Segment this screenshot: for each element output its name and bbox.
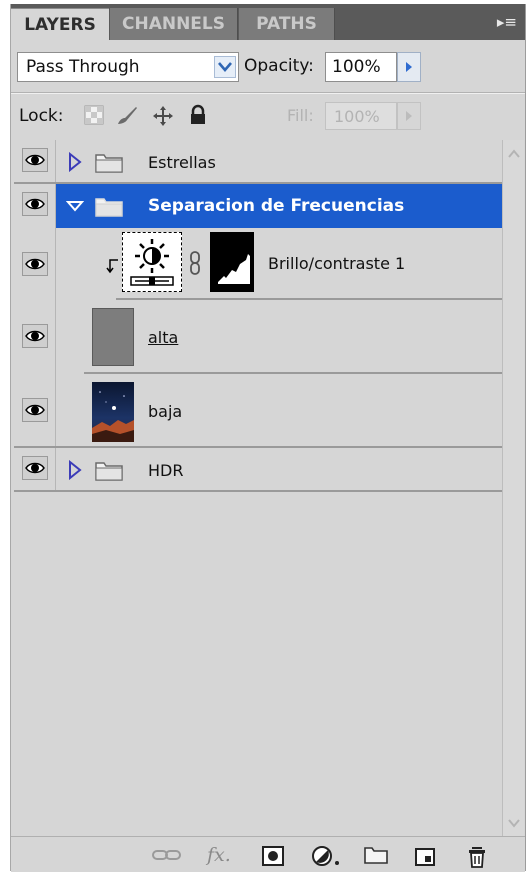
fill-slider-button [397, 102, 421, 130]
lock-all-padlock-icon[interactable] [187, 104, 209, 126]
visibility-cell [14, 300, 56, 374]
new-group-folder-icon[interactable] [363, 845, 389, 865]
layer-row-separacion-de-frecuencias[interactable]: Separacion de Frecuencias [14, 184, 502, 228]
opacity-slider-button[interactable] [397, 52, 421, 82]
adjustment-layer-icon[interactable] [311, 845, 341, 866]
chevron-down-icon[interactable] [214, 56, 236, 78]
brightness-sun-icon [130, 239, 174, 286]
fill-field: 100% [325, 102, 397, 130]
expand-triangle-icon[interactable] [68, 460, 82, 480]
collapse-triangle-icon[interactable] [66, 200, 84, 212]
layer-mask-thumbnail[interactable] [210, 232, 254, 292]
tab-channels[interactable]: CHANNELS [110, 8, 238, 40]
visibility-cell [14, 448, 56, 492]
folder-icon [95, 154, 123, 173]
folder-icon [95, 462, 123, 481]
layer-row-brillo-contraste[interactable]: Brillo/contraste 1 [14, 228, 502, 300]
tab-paths[interactable]: PATHS [239, 8, 335, 40]
layer-name: Brillo/contraste 1 [268, 254, 406, 273]
layer-name: Estrellas [148, 153, 216, 172]
visibility-cell [14, 228, 56, 300]
new-layer-icon[interactable] [413, 845, 437, 866]
layer-row-estrellas[interactable]: Estrellas [14, 140, 502, 184]
layers-list: Estrellas Separacion de Frecuencias Bril… [14, 140, 502, 836]
fill-value: 100% [334, 107, 380, 126]
opacity-field[interactable]: 100% [325, 52, 397, 82]
layer-thumbnail-night-photo[interactable] [92, 382, 134, 442]
lock-transparent-pixels-icon[interactable] [83, 104, 105, 126]
opacity-label: Opacity: [244, 56, 314, 76]
eye-icon[interactable] [22, 456, 48, 480]
tab-layers[interactable]: LAYERS [11, 8, 109, 40]
mask-shape [218, 254, 250, 284]
folder-open-icon [95, 198, 123, 217]
layer-row-hdr[interactable]: HDR [14, 448, 502, 492]
link-layers-icon[interactable] [151, 845, 183, 865]
delete-layer-trash-icon[interactable] [466, 845, 488, 868]
clipping-arrow-icon [106, 259, 118, 274]
scroll-up-icon[interactable] [504, 144, 523, 163]
eye-icon[interactable] [22, 398, 48, 422]
layer-row-baja[interactable]: baja [14, 374, 502, 448]
expand-triangle-icon[interactable] [68, 152, 82, 172]
lock-image-pixels-brush-icon[interactable] [115, 104, 137, 126]
panel-menu-icon[interactable]: ▸≡ [495, 12, 517, 32]
visibility-cell [14, 140, 56, 184]
opacity-value: 100% [332, 57, 381, 77]
layer-name: alta [148, 328, 179, 347]
blend-mode-select[interactable]: Pass Through [17, 52, 239, 82]
layer-name: HDR [148, 461, 184, 480]
layers-scrollbar[interactable] [502, 140, 524, 836]
scroll-down-icon[interactable] [504, 813, 523, 832]
layers-bottom-toolbar: fx. [11, 836, 525, 872]
chain-link-icon[interactable] [188, 250, 202, 276]
layer-style-fx-icon[interactable]: fx. [207, 845, 231, 865]
divider-highlight [11, 93, 525, 94]
add-layer-mask-icon[interactable] [261, 845, 285, 866]
visibility-cell [14, 374, 56, 448]
eye-icon[interactable] [22, 148, 48, 172]
lock-position-move-icon[interactable] [151, 104, 173, 126]
eye-icon[interactable] [22, 192, 48, 216]
layers-panel: LAYERS CHANNELS PATHS ▸≡ Pass Through Op… [10, 4, 526, 872]
row-divider [14, 490, 502, 492]
night-sky-image [92, 382, 134, 442]
layer-thumbnail-gray[interactable] [92, 308, 134, 366]
eye-icon[interactable] [22, 252, 48, 276]
fill-label: Fill: [287, 106, 314, 125]
lock-label: Lock: [19, 106, 64, 126]
tab-bar: LAYERS CHANNELS PATHS ▸≡ [11, 4, 525, 40]
adjustment-thumbnail[interactable] [122, 232, 182, 292]
visibility-cell [14, 184, 56, 228]
blend-mode-value: Pass Through [26, 57, 140, 77]
layer-name: baja [148, 402, 183, 421]
eye-icon[interactable] [22, 324, 48, 348]
layer-row-alta[interactable]: alta [14, 300, 502, 374]
layer-name: Separacion de Frecuencias [148, 196, 405, 216]
